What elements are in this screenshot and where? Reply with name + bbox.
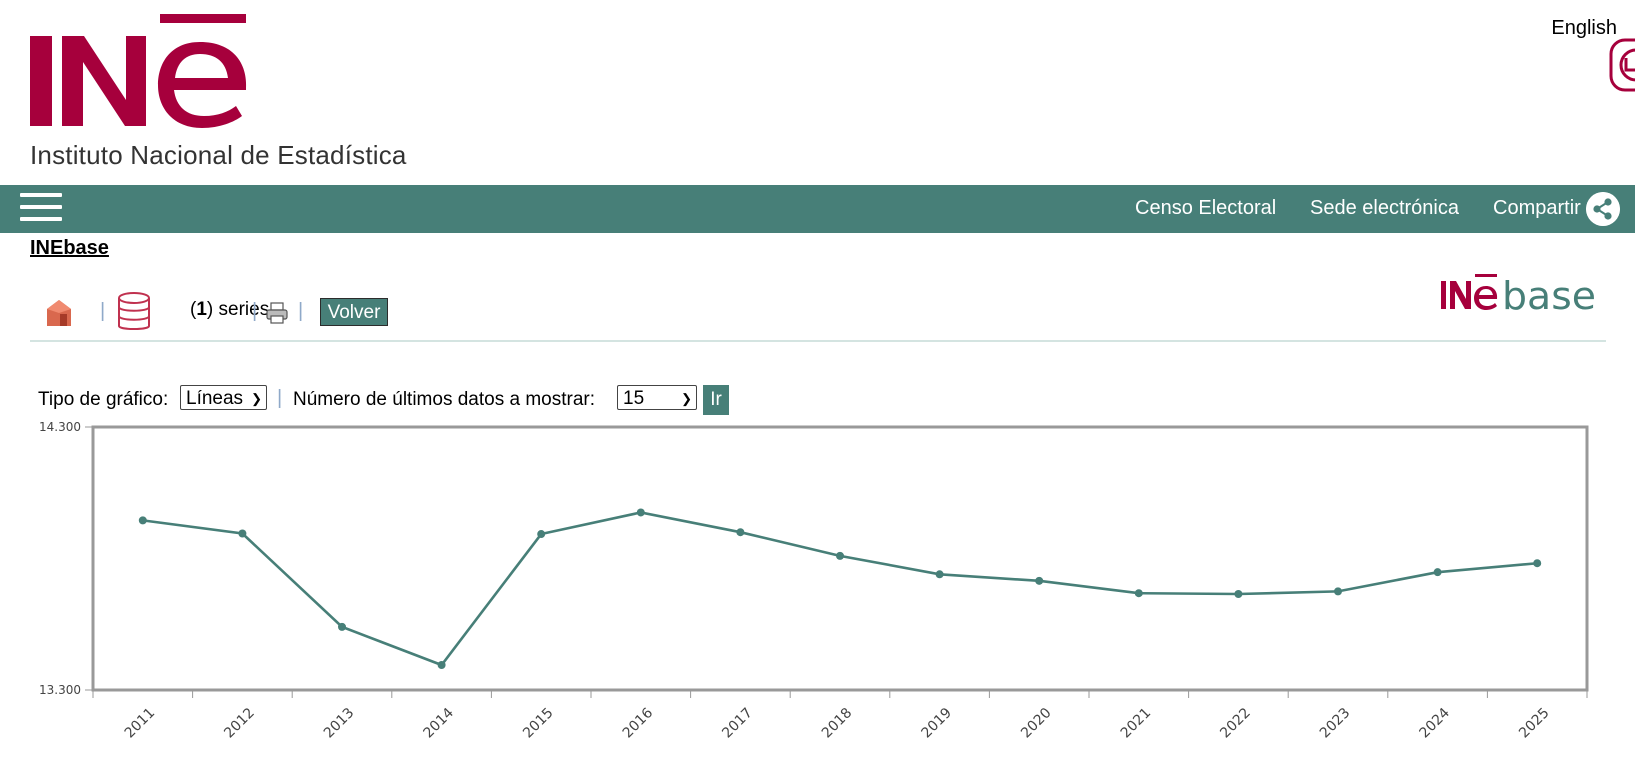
toolbar-divider [30,340,1606,342]
y-tick-label: 14.300 [39,420,81,434]
nav-link-compartir[interactable]: Compartir [1493,197,1581,220]
last-data-label: Número de últimos datos a mostrar: [293,389,596,410]
breadcrumb-inebase[interactable]: INEbase [30,237,109,260]
x-tick-label: 2014 [421,705,458,742]
data-point[interactable] [437,661,446,670]
y-tick-label: 13.300 [39,683,81,697]
data-point[interactable] [1234,590,1243,599]
line-chart: 14.300 13.300 2011 2012 2013 2014 2015 2016 201… [39,420,1589,742]
institute-name: Instituto Nacional de Estadística [30,140,407,170]
x-tick-label: 2013 [321,705,358,742]
chevron-down-icon: ❯ [681,391,692,406]
data-point[interactable] [138,516,147,525]
x-tick-label: 2017 [719,705,756,742]
chart-type-select[interactable]: Líneas ❯ [180,385,267,410]
x-tick-label: 2012 [221,705,258,742]
share-icon[interactable] [1586,192,1620,226]
separator: | [100,300,106,322]
x-tick-label: 2016 [620,705,657,742]
data-point[interactable] [836,551,844,560]
x-tick-label: 2019 [919,705,956,742]
nav-link-sede-electronica[interactable]: Sede electrónica [1310,197,1459,220]
data-point[interactable] [1433,568,1442,577]
back-button[interactable]: Volver [320,298,388,326]
x-tick-label: 2023 [1317,705,1354,742]
x-tick-label: 2021 [1118,705,1155,742]
separator: | [298,300,304,322]
x-tick-label: 2018 [819,705,856,742]
data-point[interactable] [338,622,346,631]
download-icon[interactable] [1608,38,1635,94]
data-point[interactable] [1134,589,1143,598]
separator: | [277,387,283,409]
data-point[interactable] [1334,587,1342,596]
x-tick-label: 2011 [122,705,159,742]
data-point[interactable] [935,570,944,579]
menu-icon[interactable] [20,193,62,225]
chart-type-label: Tipo de gráfico: [38,389,169,410]
series-toolbar: | (1) series | | Volver [30,290,1606,332]
nav-link-censo-electoral[interactable]: Censo Electoral [1135,197,1276,220]
data-point[interactable] [238,529,247,538]
x-tick-label: 2015 [520,705,557,742]
home-icon[interactable] [44,298,74,330]
data-point[interactable] [736,528,745,537]
x-tick-label: 2020 [1018,705,1055,742]
x-tick-label: 2024 [1417,705,1454,742]
data-point[interactable] [1533,559,1542,568]
inebase-logo: base [1440,257,1600,319]
svg-text:base: base [1502,274,1596,318]
x-tick-label: 2022 [1217,705,1254,742]
site-header: Instituto Nacional de Estadística Englis… [0,0,1635,185]
series-count[interactable]: (1) series [190,299,269,321]
separator: | [252,300,258,322]
data-point[interactable] [537,530,546,539]
print-icon[interactable] [266,302,288,324]
data-point[interactable] [636,508,645,517]
data-point[interactable] [1035,576,1044,585]
x-tick-label: 2025 [1516,705,1553,742]
ine-logo[interactable] [30,14,260,132]
chevron-down-icon: ❯ [251,391,262,406]
language-link[interactable]: English [1551,17,1617,40]
main-navbar: Censo Electoral Sede electrónica Compart… [0,185,1635,233]
last-data-select[interactable]: 15 ❯ [617,385,697,410]
database-icon[interactable] [116,292,152,332]
